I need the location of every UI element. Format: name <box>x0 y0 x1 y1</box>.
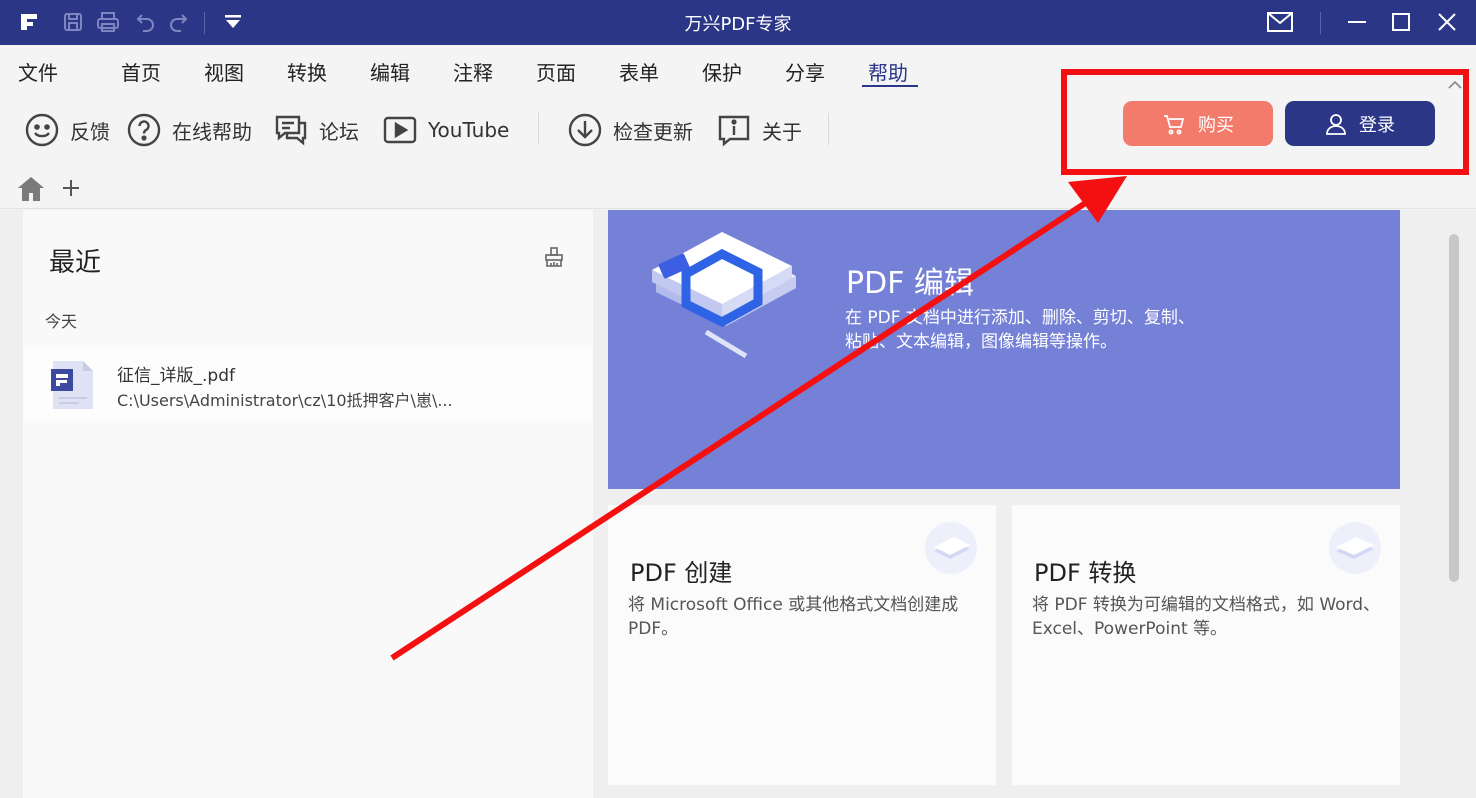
menu-comment[interactable]: 注释 <box>453 57 493 86</box>
pdf-create-title: PDF 创建 <box>630 559 733 587</box>
annotation-highlight-box <box>1061 69 1469 175</box>
pdf-create-icon <box>924 521 978 579</box>
pdf-convert-card[interactable]: PDF 转换 将 PDF 转换为可编辑的文档格式，如 Word、Excel、Po… <box>1012 505 1400 785</box>
download-icon <box>568 113 602 147</box>
recent-panel: 最近 今天 征信_详版_.pdf C:\Users\Administrator\… <box>23 210 593 798</box>
youtube-label: YouTube <box>428 118 510 142</box>
menu-share[interactable]: 分享 <box>785 57 825 86</box>
pdf-create-card[interactable]: PDF 创建 将 Microsoft Office 或其他格式文档创建成PDF。 <box>608 505 996 785</box>
pdf-convert-description: 将 PDF 转换为可编辑的文档格式，如 Word、Excel、PowerPoin… <box>1032 595 1381 639</box>
clear-recent-icon[interactable] <box>543 246 565 272</box>
pdf-create-description: 将 Microsoft Office 或其他格式文档创建成PDF。 <box>628 595 959 639</box>
menu-convert[interactable]: 转换 <box>287 57 327 86</box>
pdf-file-icon <box>49 359 97 415</box>
new-tab-icon[interactable] <box>60 177 82 203</box>
pdf-edit-feature[interactable]: PDF 编辑 在 PDF 文档中进行添加、删除、剪切、复制、粘贴、文本编辑，图像… <box>608 210 1400 489</box>
about-label: 关于 <box>762 119 802 144</box>
ribbon-divider <box>828 113 829 145</box>
menu-form[interactable]: 表单 <box>619 57 659 86</box>
menu-file[interactable]: 文件 <box>18 57 58 86</box>
check-update-button[interactable]: 检查更新 <box>567 111 693 149</box>
menu-home[interactable]: 首页 <box>121 57 161 86</box>
info-icon <box>718 115 750 147</box>
minimize-icon[interactable] <box>1344 9 1370 35</box>
active-tab-indicator <box>862 85 918 87</box>
content-scrollbar[interactable] <box>1449 234 1459 582</box>
close-icon[interactable] <box>1434 9 1460 35</box>
document-tab-row <box>0 169 1476 209</box>
play-icon <box>383 116 417 144</box>
pdf-convert-title: PDF 转换 <box>1034 559 1137 587</box>
pdf-edit-description: 在 PDF 文档中进行添加、删除、剪切、复制、粘贴、文本编辑，图像编辑等操作。 <box>845 308 1195 352</box>
recent-file-path: C:\Users\Administrator\cz\10抵押客户\崽\... <box>117 391 453 410</box>
ribbon-divider <box>538 113 539 145</box>
smiley-icon <box>25 113 59 147</box>
menu-help[interactable]: 帮助 <box>868 57 908 86</box>
online-help-label: 在线帮助 <box>172 119 252 144</box>
recent-file-item[interactable]: 征信_详版_.pdf C:\Users\Administrator\cz\10抵… <box>23 347 593 421</box>
youtube-button[interactable]: YouTube <box>382 111 509 149</box>
window-title: 万兴PDF专家 <box>684 14 792 35</box>
check-update-label: 检查更新 <box>613 119 693 144</box>
feedback-button[interactable]: 反馈 <box>24 111 110 149</box>
forum-icon <box>275 115 307 146</box>
about-button[interactable]: 关于 <box>716 111 802 149</box>
menu-view[interactable]: 视图 <box>204 57 244 86</box>
question-icon <box>127 113 161 147</box>
menu-protect[interactable]: 保护 <box>702 57 742 86</box>
pdf-convert-icon <box>1328 521 1382 579</box>
mail-icon[interactable] <box>1267 9 1293 35</box>
title-bar: 万兴PDF专家 <box>0 0 1476 45</box>
title-divider <box>1320 12 1321 34</box>
recent-day-group: 今天 <box>45 312 78 331</box>
forum-label: 论坛 <box>319 119 359 144</box>
home-content: 最近 今天 征信_详版_.pdf C:\Users\Administrator\… <box>0 210 1476 798</box>
forum-button[interactable]: 论坛 <box>273 111 359 149</box>
menu-edit[interactable]: 编辑 <box>370 57 410 86</box>
recent-file-name: 征信_详版_.pdf <box>117 366 235 386</box>
home-tab-icon[interactable] <box>16 175 46 207</box>
pdf-edit-title: PDF 编辑 <box>846 266 974 301</box>
pdf-edit-illustration <box>646 232 806 366</box>
recent-heading: 最近 <box>49 248 102 278</box>
menu-page[interactable]: 页面 <box>536 57 576 86</box>
maximize-icon[interactable] <box>1388 9 1414 35</box>
feedback-label: 反馈 <box>70 119 110 144</box>
online-help-button[interactable]: 在线帮助 <box>126 111 252 149</box>
